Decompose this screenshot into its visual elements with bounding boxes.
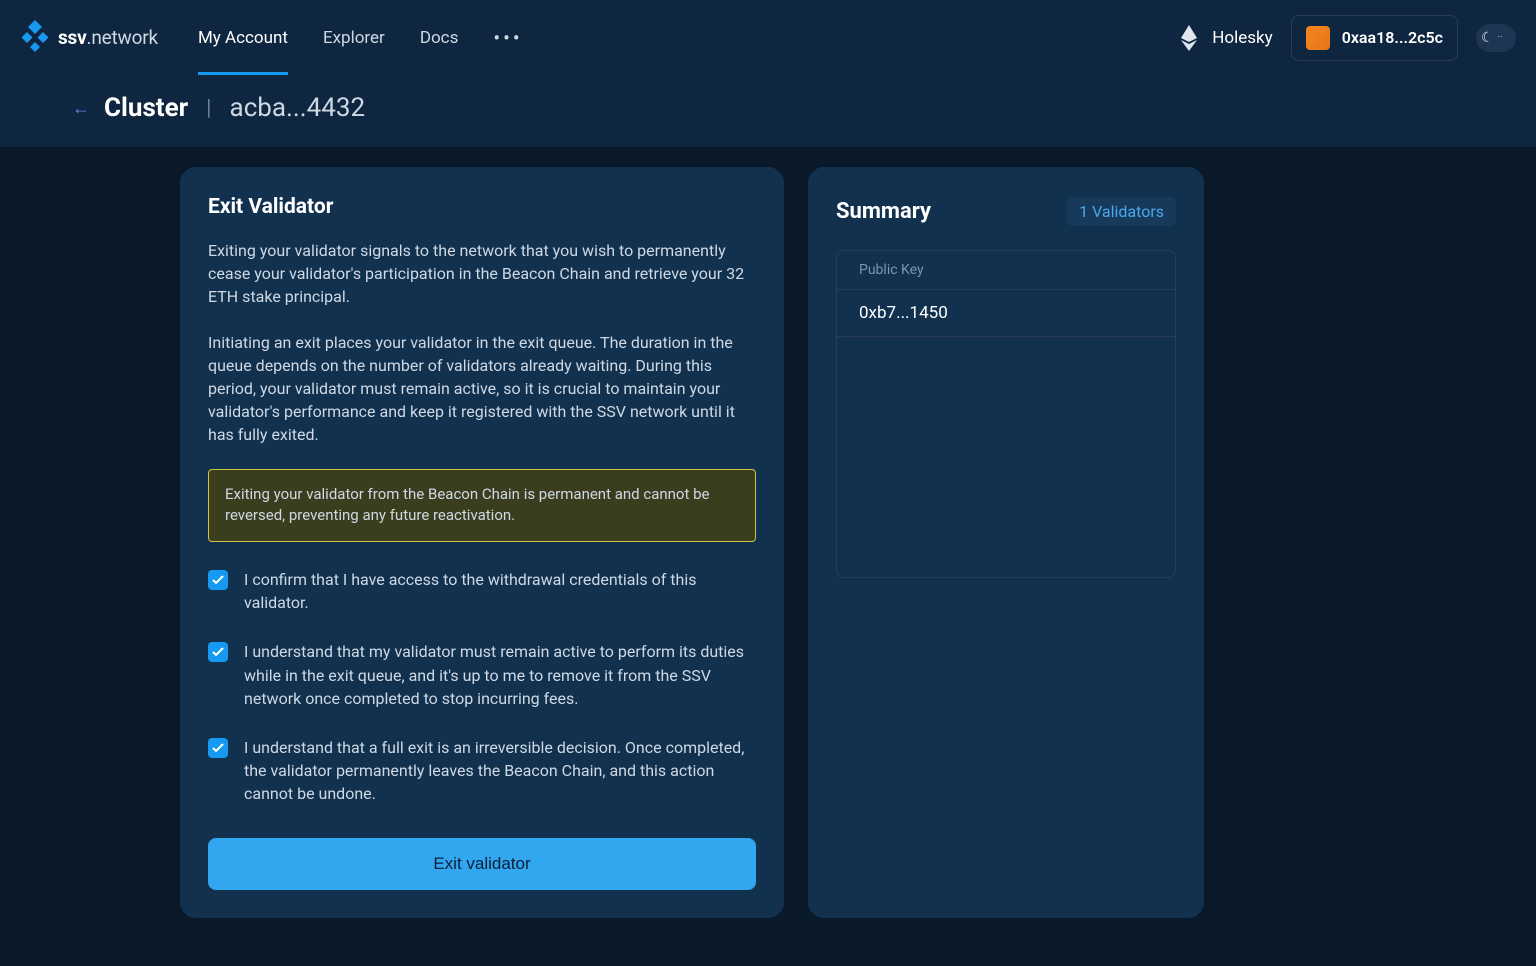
main-nav: My Account Explorer Docs ••• xyxy=(198,0,523,75)
checkbox-2[interactable] xyxy=(208,642,228,662)
exit-title: Exit Validator xyxy=(208,195,756,219)
back-arrow-icon[interactable]: ← xyxy=(72,98,90,119)
summary-table: Public Key 0xb7...1450 xyxy=(836,250,1176,578)
confirm-row-3: I understand that a full exit is an irre… xyxy=(208,736,756,806)
nav-my-account[interactable]: My Account xyxy=(198,0,288,75)
warning-box: Exiting your validator from the Beacon C… xyxy=(208,469,756,543)
content-area: Exit Validator Exiting your validator si… xyxy=(0,147,1536,918)
checkbox-3-label: I understand that a full exit is an irre… xyxy=(244,736,756,806)
network-name: Holesky xyxy=(1212,28,1272,48)
top-bar: ssv.network My Account Explorer Docs •••… xyxy=(0,0,1536,75)
confirm-row-2: I understand that my validator must rema… xyxy=(208,640,756,710)
breadcrumb-id: acba...4432 xyxy=(230,93,366,123)
topbar-right: Holesky 0xaa18...2c5c ☾ ·· xyxy=(1180,15,1516,61)
logo-text: ssv.network xyxy=(58,26,158,49)
exit-validator-button[interactable]: Exit validator xyxy=(208,838,756,890)
checkbox-3[interactable] xyxy=(208,738,228,758)
wallet-address: 0xaa18...2c5c xyxy=(1342,28,1443,47)
summary-table-header: Public Key xyxy=(837,251,1175,290)
breadcrumb: ← Cluster | acba...4432 xyxy=(0,75,1536,147)
exit-paragraph-1: Exiting your validator signals to the ne… xyxy=(208,239,756,309)
summary-title: Summary xyxy=(836,199,931,224)
nav-docs[interactable]: Docs xyxy=(420,0,459,75)
nav-explorer[interactable]: Explorer xyxy=(323,0,385,75)
confirm-row-1: I confirm that I have access to the with… xyxy=(208,568,756,614)
wallet-button[interactable]: 0xaa18...2c5c xyxy=(1291,15,1458,61)
stars-icon: ·· xyxy=(1498,32,1503,43)
summary-header: Summary 1 Validators xyxy=(836,197,1176,226)
theme-toggle[interactable]: ☾ ·· xyxy=(1476,24,1516,52)
checkbox-1-label: I confirm that I have access to the with… xyxy=(244,568,756,614)
checkbox-1[interactable] xyxy=(208,570,228,590)
exit-paragraph-2: Initiating an exit places your validator… xyxy=(208,331,756,447)
summary-table-row: 0xb7...1450 xyxy=(837,290,1175,337)
ssv-logo-icon xyxy=(20,20,50,56)
validators-count-badge: 1 Validators xyxy=(1067,197,1176,226)
nav-more-icon[interactable]: ••• xyxy=(493,26,522,50)
breadcrumb-main: Cluster xyxy=(104,93,188,123)
exit-validator-card: Exit Validator Exiting your validator si… xyxy=(180,167,784,918)
ethereum-icon xyxy=(1180,24,1198,52)
summary-card: Summary 1 Validators Public Key 0xb7...1… xyxy=(808,167,1204,918)
network-selector[interactable]: Holesky xyxy=(1180,24,1272,52)
metamask-icon xyxy=(1306,26,1330,50)
checkbox-2-label: I understand that my validator must rema… xyxy=(244,640,756,710)
breadcrumb-separator: | xyxy=(206,96,211,121)
logo[interactable]: ssv.network xyxy=(20,20,158,56)
moon-icon: ☾ xyxy=(1481,30,1494,46)
